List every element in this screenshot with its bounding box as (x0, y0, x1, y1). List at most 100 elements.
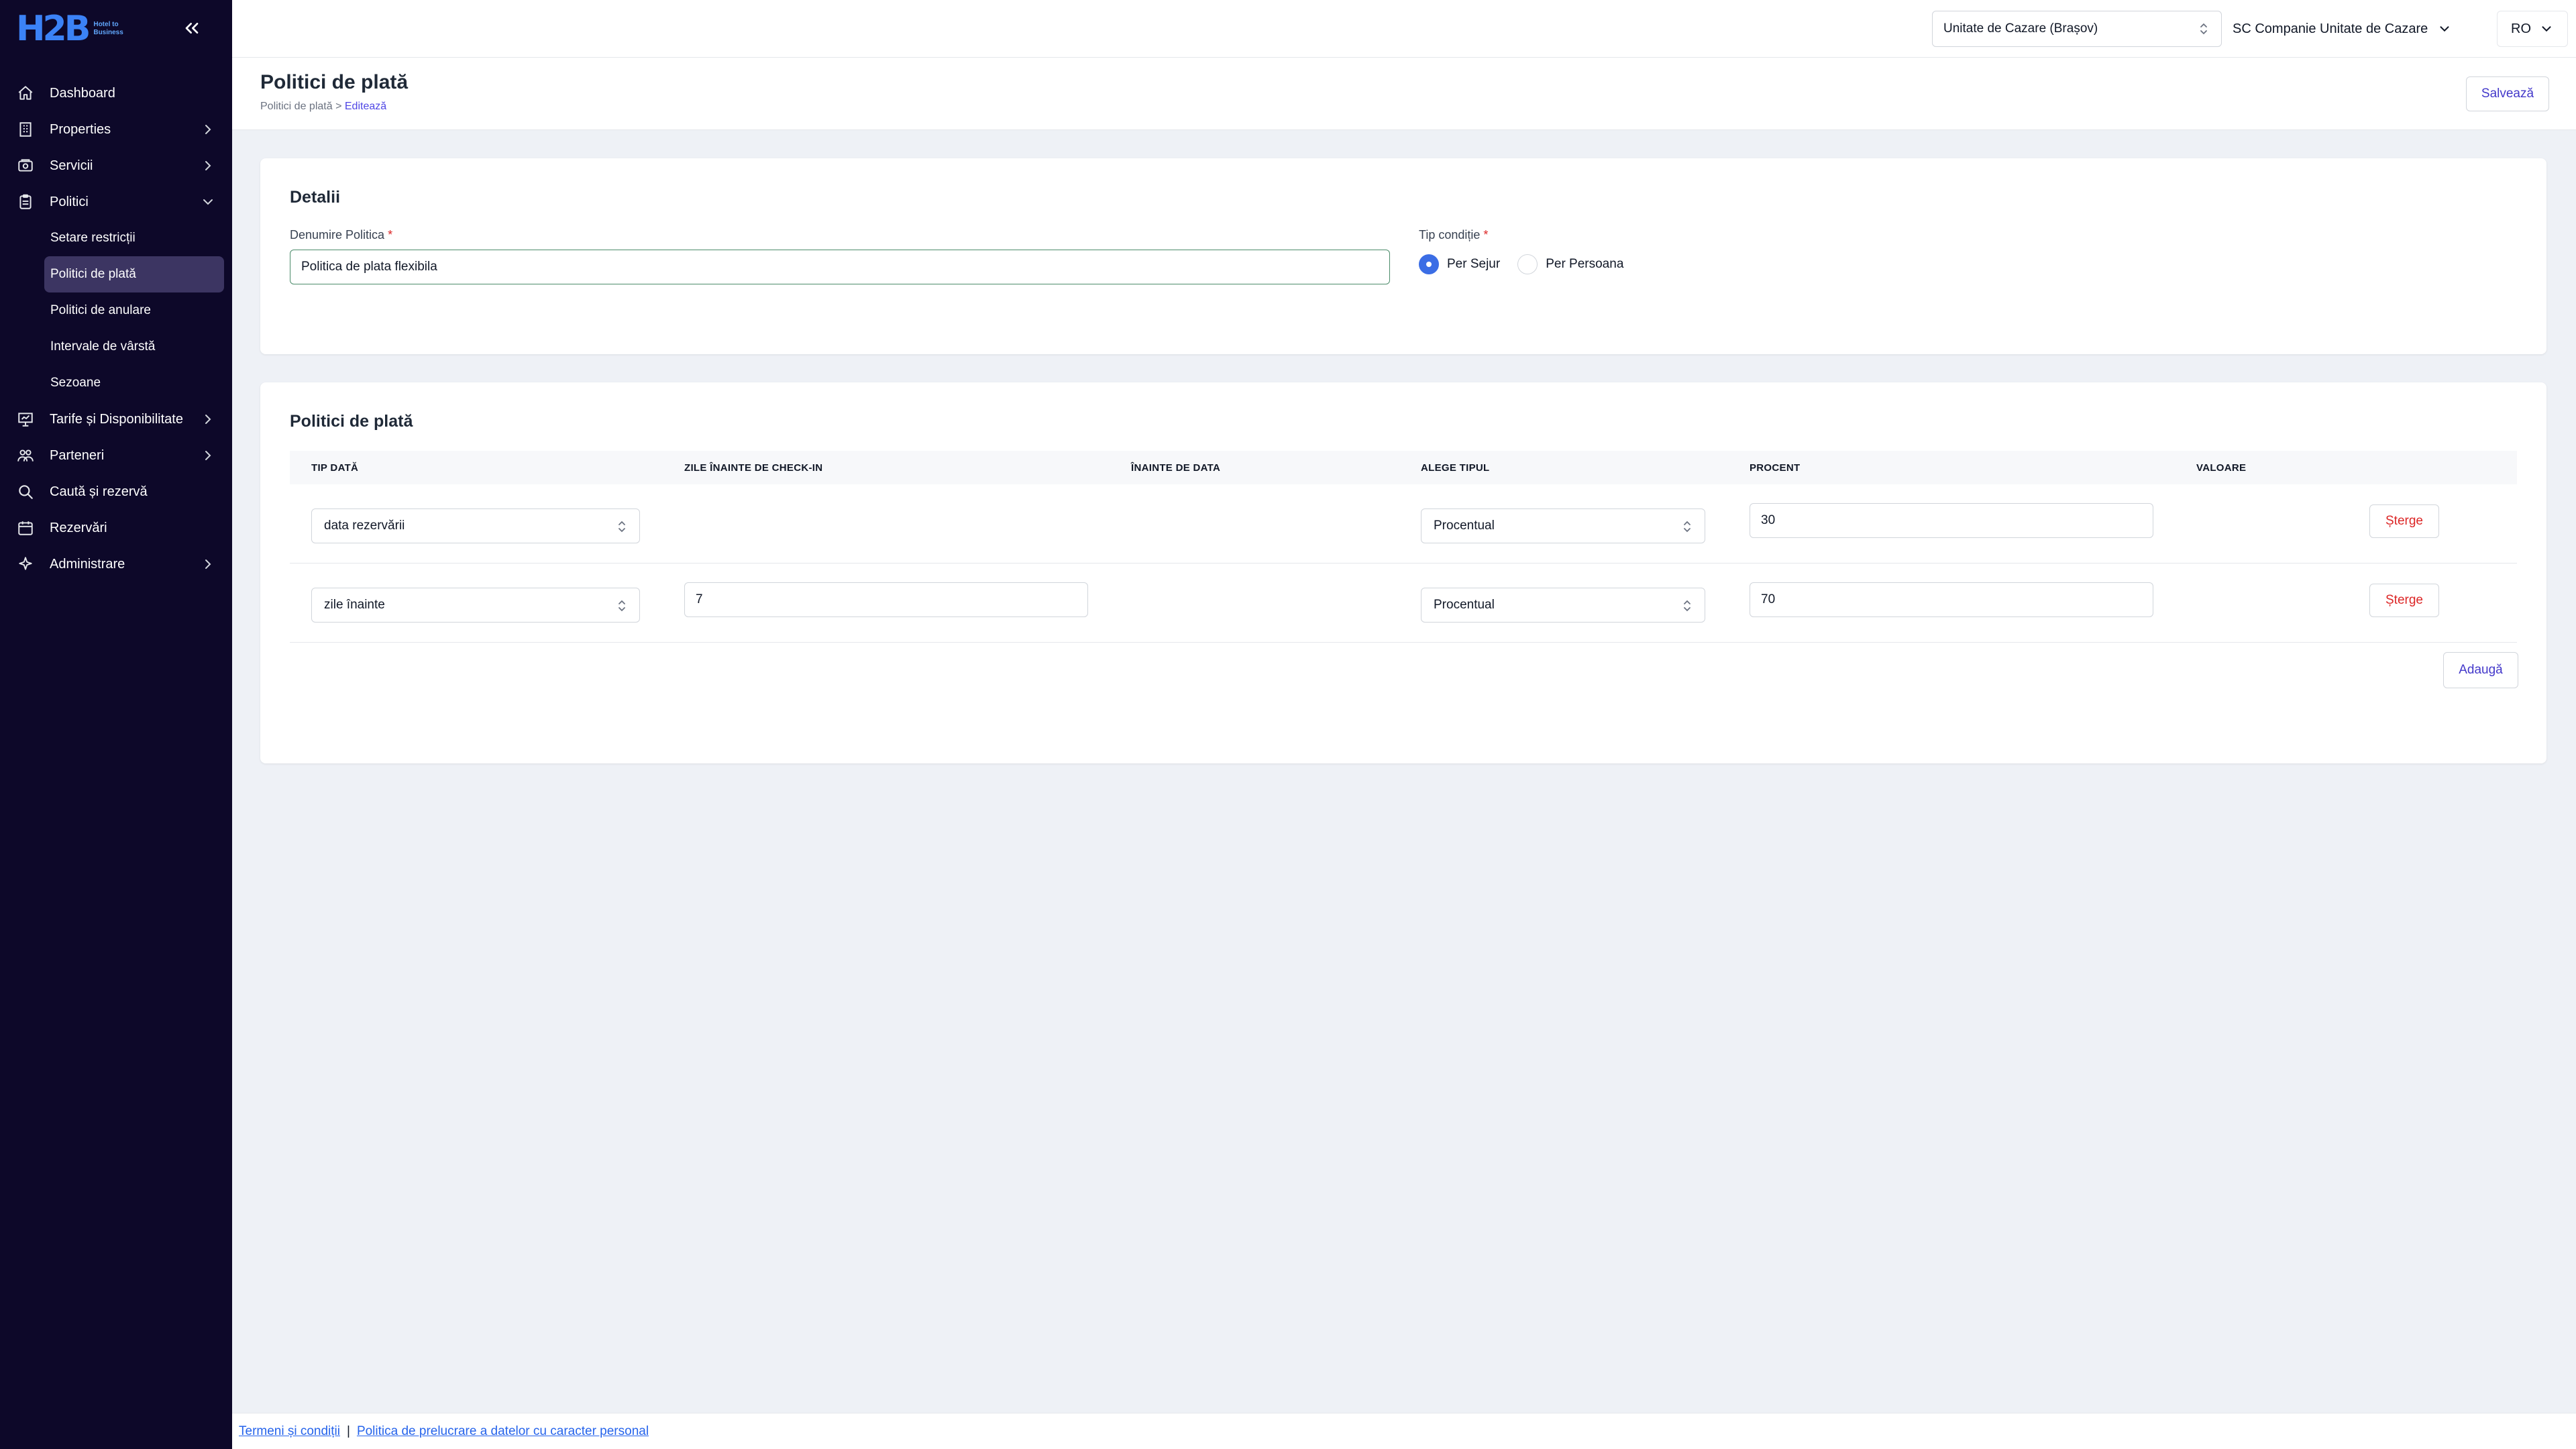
required-mark: * (1483, 228, 1489, 241)
radio-per-persoana[interactable]: Per Persoana (1517, 254, 1623, 274)
radio-unchecked-icon[interactable] (1517, 254, 1538, 274)
services-icon (16, 156, 35, 175)
breadcrumb-separator: > (335, 101, 342, 112)
type-select[interactable]: Procentual (1421, 508, 1705, 543)
chevron-down-icon (2440, 26, 2449, 32)
date-type-value: zile înainte (324, 598, 385, 612)
sidebar-item-label: Parteneri (50, 447, 105, 463)
chevron-right-icon (205, 125, 211, 134)
condition-type-radio-group: Per Sejur Per Persoana (1419, 254, 1641, 274)
column-header: TIP DATĂ (311, 462, 359, 474)
delete-row-button[interactable]: Șterge (2369, 504, 2439, 538)
date-type-select[interactable]: data rezervării (311, 508, 640, 543)
page-header: Politici de plată Politici de plată > Ed… (232, 58, 2576, 130)
chevron-down-icon (2542, 26, 2551, 32)
sidebar-item-dashboard[interactable]: Dashboard (0, 75, 232, 111)
sidebar-item-label: Servicii (50, 158, 93, 173)
sidebar-subitem-politici-de-anulare[interactable]: Politici de anulare (44, 292, 224, 329)
policy-name-label: Denumire Politica * (290, 228, 392, 242)
search-icon (16, 482, 35, 501)
sidebar-item-label: Caută și rezervă (50, 484, 148, 499)
footer: Termeni și condiții | Politica de preluc… (232, 1413, 2576, 1449)
sidebar-subitem-politici-de-plata[interactable]: Politici de plată (44, 256, 224, 292)
type-select[interactable]: Procentual (1421, 588, 1705, 623)
breadcrumb-parent[interactable]: Politici de plată (260, 101, 333, 112)
radio-per-sejur[interactable]: Per Sejur (1419, 254, 1500, 274)
updown-chevron-icon (1684, 600, 1690, 612)
percent-input[interactable] (1750, 582, 2153, 617)
collapse-sidebar-button[interactable] (181, 17, 203, 39)
logo-mark: H2B (16, 9, 91, 49)
sidebar: H2B Hotel to Business Dashboard Properti… (0, 0, 232, 1449)
sidebar-item-properties[interactable]: Properties (0, 111, 232, 148)
sidebar-item-label: Tarife și Disponibilitate (50, 411, 183, 427)
building-icon (16, 120, 35, 139)
condition-type-label: Tip condiție * (1419, 228, 1488, 242)
column-header: ÎNAINTE DE DATA (1131, 462, 1221, 474)
percent-input[interactable] (1750, 503, 2153, 538)
payment-policies-card: Politici de plată TIP DATĂ ZILE ÎNAINTE … (260, 382, 2546, 763)
details-card: Detalii Denumire Politica * Tip condiție… (260, 158, 2546, 354)
sidebar-item-politici[interactable]: Politici (0, 184, 232, 220)
logo-tagline: Hotel to Business (93, 21, 123, 36)
updown-chevron-icon (2200, 23, 2207, 35)
footer-separator: | (347, 1424, 350, 1438)
sidebar-item-label: Administrare (50, 556, 125, 572)
updown-chevron-icon (1684, 521, 1690, 533)
sidebar-item-rezervari[interactable]: Rezervări (0, 510, 232, 546)
chevron-right-icon (205, 415, 211, 424)
sidebar-subitem-intervale-de-varsta[interactable]: Intervale de vârstă (44, 329, 224, 365)
sidebar-subitem-setare-restrictii[interactable]: Setare restricții (44, 220, 224, 256)
payment-policies-title: Politici de plată (290, 412, 413, 431)
sidebar-subitem-sezoane[interactable]: Sezoane (44, 365, 224, 401)
brand-logo[interactable]: H2B Hotel to Business (16, 8, 133, 50)
table-row: data rezervării Procentual Șterge (290, 484, 2517, 564)
radio-label: Per Sejur (1447, 257, 1501, 271)
type-value: Procentual (1434, 598, 1495, 612)
delete-row-button[interactable]: Șterge (2369, 584, 2439, 617)
sidebar-item-label: Properties (50, 121, 111, 137)
page-title: Politici de plată (260, 71, 409, 93)
radio-label: Per Persoana (1546, 257, 1624, 271)
partners-icon (16, 446, 35, 465)
company-name: SC Companie Unitate de Cazare (2233, 21, 2428, 36)
condition-type-label-text: Tip condiție (1419, 228, 1481, 241)
terms-link[interactable]: Termeni și condiții (239, 1424, 340, 1439)
chevron-right-icon (205, 451, 211, 460)
topbar: Unitate de Cazare (Brașov) SC Companie U… (232, 0, 2576, 58)
radio-checked-icon[interactable] (1419, 254, 1439, 274)
column-header: VALOARE (2196, 462, 2247, 474)
save-button[interactable]: Salvează (2466, 76, 2549, 111)
sidebar-item-parteneri[interactable]: Parteneri (0, 437, 232, 474)
table-row: zile înainte Procentual Șterge (290, 564, 2517, 643)
table-header: TIP DATĂ ZILE ÎNAINTE DE CHECK-IN ÎNAINT… (290, 451, 2517, 484)
date-type-value: data rezervării (324, 519, 405, 533)
sidebar-nav: Dashboard Properties Servicii Politici S… (0, 75, 232, 582)
column-header: PROCENT (1750, 462, 1801, 474)
breadcrumb-current: Editează (344, 101, 387, 112)
chevron-right-icon (205, 161, 211, 170)
type-value: Procentual (1434, 519, 1495, 533)
breadcrumb: Politici de plată > Editează (260, 101, 386, 113)
chevron-right-icon (205, 559, 211, 569)
unit-select-value: Unitate de Cazare (Brașov) (1943, 21, 2098, 36)
days-before-checkin-input[interactable] (684, 582, 1088, 617)
date-type-select[interactable]: zile înainte (311, 588, 640, 623)
language-dropdown[interactable]: RO (2497, 11, 2568, 47)
sidebar-item-cauta-si-rezerva[interactable]: Caută și rezervă (0, 474, 232, 510)
clipboard-icon (16, 193, 35, 211)
column-header: ZILE ÎNAINTE DE CHECK-IN (684, 462, 823, 474)
privacy-policy-link[interactable]: Politica de prelucrare a datelor cu cara… (357, 1424, 649, 1439)
add-row-button[interactable]: Adaugă (2443, 652, 2518, 688)
company-dropdown[interactable]: SC Companie Unitate de Cazare (2233, 11, 2452, 47)
policy-name-input[interactable] (290, 250, 1390, 284)
home-icon (16, 84, 35, 103)
updown-chevron-icon (619, 521, 625, 533)
unit-select[interactable]: Unitate de Cazare (Brașov) (1932, 11, 2222, 47)
sidebar-item-tarife[interactable]: Tarife și Disponibilitate (0, 401, 232, 437)
sidebar-item-servicii[interactable]: Servicii (0, 148, 232, 184)
double-chevron-left-icon (185, 22, 199, 34)
sidebar-item-administrare[interactable]: Administrare (0, 546, 232, 582)
policy-name-label-text: Denumire Politica (290, 228, 385, 241)
details-title: Detalii (290, 188, 341, 207)
